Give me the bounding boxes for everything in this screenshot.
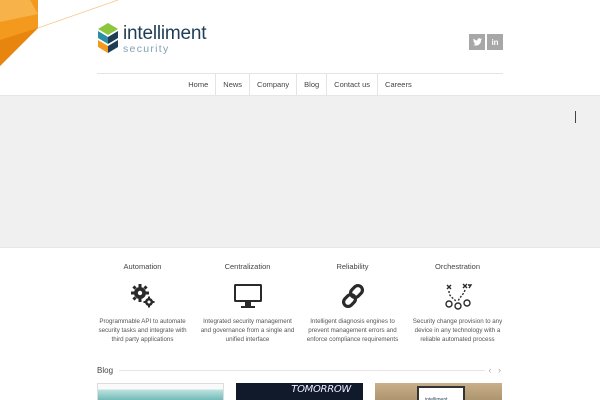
brand-logo[interactable]: intelliment security [96,22,207,56]
twitter-button[interactable] [469,34,485,50]
feature-description: Integrated security management and gover… [200,318,295,343]
blog-card[interactable]: intelliment [375,383,502,400]
blog-title: Blog [97,365,114,375]
blog-card[interactable] [97,383,224,400]
monitor-icon [233,284,262,308]
feature-description: Programmable API to automate security ta… [98,318,187,343]
text-cursor [575,111,576,123]
brand-name: intelliment [123,22,207,44]
hero-slider[interactable] [0,95,600,248]
chain-link-icon [341,283,364,309]
feature-automation: Automation Programmable API to automate … [90,262,195,344]
blog-cards: TOMORROW intelliment [97,383,503,400]
strategy-play-icon [444,283,472,310]
feature-description: Security change provision to any device … [412,318,503,343]
brand-tagline: security [123,42,170,55]
feature-title: Reliability [336,262,369,271]
feature-title: Automation [123,262,162,271]
feature-title: Orchestration [434,262,481,271]
blog-carousel-arrows[interactable]: ‹ › [489,365,504,375]
blog-card-image-text: TOMORROW [291,384,351,395]
feature-orchestration: Orchestration Security change provision … [405,262,510,344]
blog-card[interactable]: TOMORROW [236,383,363,400]
social-links: in [469,34,503,50]
gears-icon [130,284,154,308]
linkedin-button[interactable]: in [487,34,503,50]
feature-centralization: Centralization Integrated security manag… [195,262,300,344]
linkedin-icon: in [491,37,499,47]
features-section: Automation Programmable API to automate … [90,262,510,344]
logo-mark-icon [98,23,118,53]
blog-divider [119,369,485,371]
blog-header: Blog ‹ › [97,365,503,375]
twitter-icon [472,38,482,46]
feature-description: Intelligent diagnosis engines to prevent… [306,318,399,343]
feature-reliability: Reliability Intelligent diagnosis engine… [300,262,405,344]
feature-title: Centralization [224,262,271,271]
laptop-screen-image: intelliment [417,386,465,400]
